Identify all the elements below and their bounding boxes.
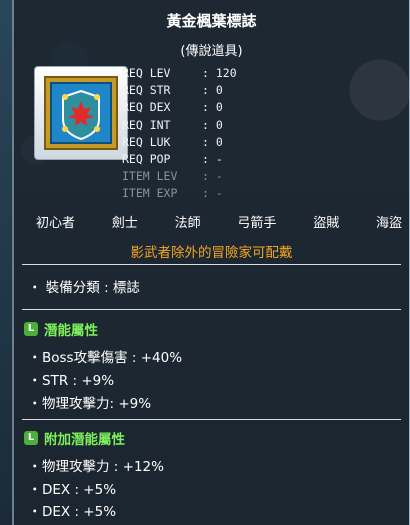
additional-potential-title: 附加潛能屬性 — [44, 432, 125, 448]
req-value: : - — [202, 169, 223, 184]
job-thief: 盜賊 — [313, 216, 340, 231]
job-magician: 法師 — [174, 216, 201, 231]
divider — [22, 264, 401, 265]
req-value: : - — [202, 151, 223, 166]
req-label: REQ POP — [122, 151, 171, 166]
req-value: : 0 — [202, 134, 223, 149]
req-label: ITEM EXP — [122, 186, 178, 201]
potential-line: ・Boss攻擊傷害 : +40% — [28, 350, 183, 366]
requirements-list: REQ LEV : 120 REQ STR : 0 REQ DEX : 0 RE… — [122, 66, 292, 204]
additional-potential-line: ・DEX : +5% — [28, 504, 117, 520]
req-value: : 120 — [202, 66, 237, 80]
divider — [22, 419, 401, 420]
req-row-luk: REQ LUK : 0 — [122, 135, 292, 152]
potential-line: ・物理攻擊力: +9% — [28, 396, 152, 412]
req-label: REQ STR — [122, 83, 171, 98]
potential-line: ・STR : +9% — [28, 373, 115, 389]
req-value: : - — [202, 186, 223, 201]
job-pirate: 海盜 — [375, 216, 402, 231]
req-row-pop: REQ POP : - — [122, 152, 292, 169]
req-value: : 0 — [202, 117, 223, 132]
item-rarity: (傳說道具) — [180, 44, 243, 59]
req-label: REQ DEX — [122, 100, 171, 115]
req-label: ITEM LEV — [122, 169, 178, 184]
job-beginner: 初心者 — [36, 216, 76, 231]
legendary-badge-icon: L — [24, 322, 38, 336]
req-row-item-lev: ITEM LEV : - — [122, 169, 292, 186]
job-restriction: 影武者除外的冒險家可配戴 — [130, 245, 293, 261]
additional-potential-header: L 附加潛能屬性 — [24, 428, 125, 448]
golden-maple-emblem-icon — [44, 76, 118, 150]
req-row-str: REQ STR : 0 — [122, 83, 292, 100]
req-row-int: REQ INT : 0 — [122, 118, 292, 135]
additional-potential-line: ・物理攻擊力 : +12% — [28, 459, 164, 475]
job-bowman: 弓箭手 — [237, 216, 277, 231]
req-row-lev: REQ LEV : 120 — [122, 66, 292, 83]
potential-title: 潛能屬性 — [44, 323, 98, 339]
req-row-dex: REQ DEX : 0 — [122, 100, 292, 117]
req-value: : 0 — [202, 100, 223, 115]
req-row-item-exp: ITEM EXP : - — [122, 186, 292, 203]
equip-category: ・ 裝備分類 : 標誌 — [28, 280, 140, 296]
req-value: : 0 — [202, 83, 223, 98]
item-name: 黃金楓葉標誌 — [166, 12, 257, 30]
legendary-badge-icon: L — [24, 431, 38, 445]
job-warrior: 劍士 — [111, 216, 138, 231]
divider — [22, 309, 401, 310]
job-list: 初心者 劍士 法師 弓箭手 盜賊 海盜 — [36, 212, 402, 231]
additional-potential-line: ・DEX : +5% — [28, 482, 117, 498]
item-icon-frame — [34, 66, 128, 160]
req-label: REQ LUK — [122, 134, 171, 149]
req-label: REQ INT — [122, 117, 171, 132]
potential-header: L 潛能屬性 — [24, 319, 98, 339]
item-tooltip: 黃金楓葉標誌 (傳說道具) REQ LEV : 120 REQ STR : 0 … — [12, 0, 410, 525]
req-label: REQ LEV — [122, 66, 171, 80]
